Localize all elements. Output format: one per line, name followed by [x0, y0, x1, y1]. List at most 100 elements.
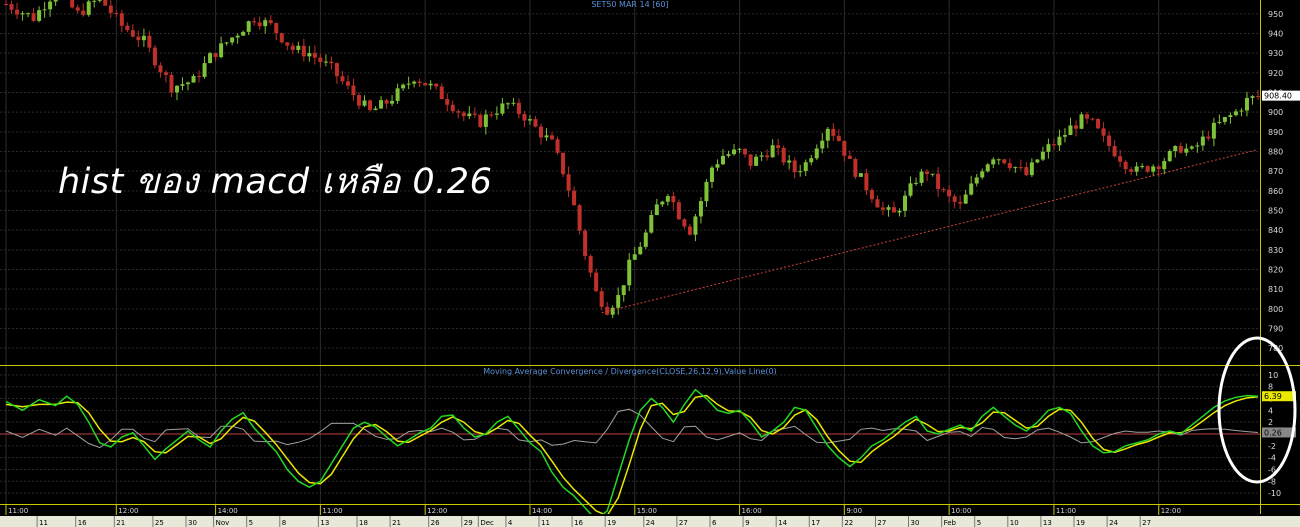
candle-body-down [1178, 145, 1183, 153]
date-label: 21 [116, 519, 125, 527]
candle-body-up [141, 35, 146, 41]
date-label: 25 [155, 519, 164, 527]
candle-body-up [307, 53, 312, 57]
candle-body-up [246, 21, 251, 32]
candle-body-up [737, 148, 742, 150]
candle-body-down [285, 42, 290, 46]
candle-body-down [1018, 167, 1023, 169]
candle-body-up [219, 43, 224, 58]
candle-body-up [42, 9, 47, 11]
price-tick-label: 880 [1268, 148, 1283, 157]
candle-body-up [373, 108, 378, 111]
candle-body-up [263, 20, 268, 27]
candle-body-up [980, 171, 985, 178]
macd-tick-label: -2 [1268, 442, 1276, 451]
support-trendline [601, 149, 1259, 314]
candle-body-up [483, 114, 488, 127]
candle-body-up [230, 37, 235, 43]
candle-body-down [1090, 118, 1095, 120]
date-label: 27 [877, 519, 886, 527]
candle-body-up [235, 35, 240, 38]
time-label: 11:00 [1056, 507, 1076, 515]
candle-body-down [594, 272, 599, 292]
price-tick-label: 850 [1268, 207, 1283, 216]
candle-body-up [428, 83, 433, 86]
candle-body-up [395, 88, 400, 101]
time-label: 15:00 [637, 507, 657, 515]
candle-body-down [925, 171, 930, 175]
candle-body-up [991, 159, 996, 165]
candle-body-up [704, 181, 709, 202]
candle-body-up [401, 84, 406, 89]
date-label: 5 [977, 519, 981, 527]
candle-body-down [864, 173, 869, 191]
candle-body-up [974, 177, 979, 184]
candle-body-down [1112, 145, 1117, 157]
price-tick-label: 870 [1268, 167, 1283, 176]
candle-body-up [1184, 148, 1189, 153]
candle-body-down [1024, 167, 1029, 176]
annotation-text: hist ของ macd เหลือ 0.26 [58, 162, 493, 202]
candle-body-up [505, 103, 510, 105]
time-label: 12:00 [427, 507, 447, 515]
candle-body-up [1200, 136, 1205, 146]
candle-body-down [687, 226, 692, 235]
date-label: 24 [646, 519, 655, 527]
candle-body-up [820, 140, 825, 149]
candle-body-down [461, 112, 466, 117]
candle-body-down [555, 139, 560, 153]
date-label: 21 [392, 519, 401, 527]
candle-body-down [1002, 159, 1007, 164]
candle-body-up [379, 100, 384, 109]
candle-body-down [605, 306, 610, 315]
price-tick-label: 830 [1268, 246, 1283, 255]
candle-body-down [1129, 169, 1134, 172]
price-tick-label: 900 [1268, 108, 1283, 117]
candle-body-down [351, 85, 356, 96]
candle-body-down [213, 53, 218, 58]
time-label: 16:00 [742, 507, 762, 515]
date-label: 14 [778, 519, 787, 527]
time-label: 10:00 [951, 507, 971, 515]
candle-body-up [693, 216, 698, 235]
candle-body-down [119, 13, 124, 26]
candle-body-up [798, 171, 803, 173]
candle-body-up [665, 196, 670, 202]
candle-body-up [1068, 125, 1073, 136]
date-label: 30 [911, 519, 920, 527]
macd-series-histogram [5, 408, 1259, 449]
candle-body-up [296, 45, 301, 50]
time-label: 12:00 [118, 507, 138, 515]
candle-body-down [588, 256, 593, 273]
candle-body-up [919, 171, 924, 183]
candle-body-down [572, 190, 577, 206]
candle-body-down [781, 147, 786, 163]
candle-body-up [715, 164, 720, 168]
candle-body-up [1035, 159, 1040, 163]
candle-body-down [869, 190, 874, 200]
candle-body-down [147, 35, 152, 48]
candle-body-up [814, 148, 819, 159]
candle-body-up [467, 113, 472, 117]
candle-body-up [963, 194, 968, 204]
candle-body-up [908, 183, 913, 196]
candle-body-up [969, 183, 974, 195]
date-label: 24 [1109, 519, 1118, 527]
candle-body-up [787, 160, 792, 163]
candle-body-down [252, 21, 257, 23]
candle-body-down [356, 95, 361, 106]
candle-body-down [1206, 136, 1211, 139]
candle-body-down [268, 20, 273, 24]
candle-body-up [494, 113, 499, 115]
candle-body-up [208, 53, 213, 64]
candle-body-down [456, 111, 461, 113]
candle-body-down [450, 104, 455, 112]
date-label: 4 [508, 519, 513, 527]
price-tick-label: 940 [1268, 30, 1283, 39]
candle-body-down [384, 100, 389, 104]
candle-body-down [345, 81, 350, 86]
candle-body-up [654, 204, 659, 216]
candle-body-up [721, 155, 726, 165]
candle-body-down [577, 205, 582, 231]
candle-body-up [610, 307, 615, 315]
